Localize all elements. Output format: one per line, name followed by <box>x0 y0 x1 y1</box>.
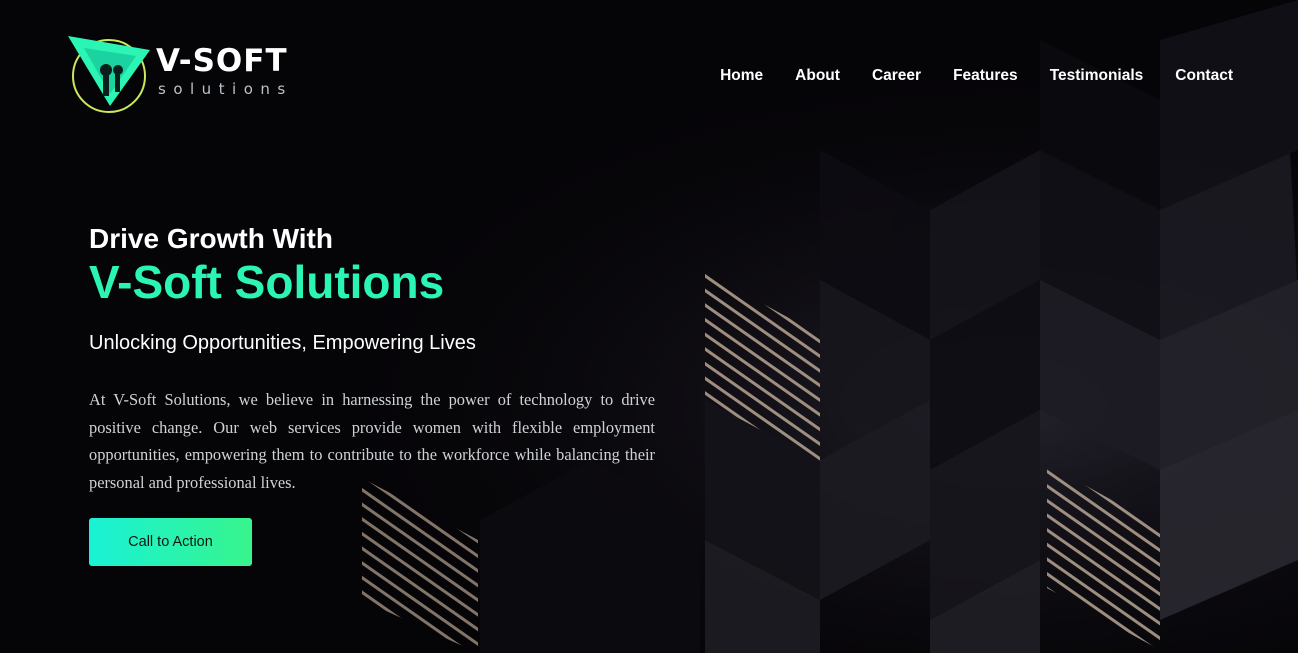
brand-name: V-SOFT <box>156 43 288 79</box>
brand-subtitle: solutions <box>158 80 293 98</box>
nav-contact[interactable]: Contact <box>1175 66 1233 86</box>
site-header: V-SOFT solutions Home About Career Featu… <box>0 0 1298 150</box>
nav-about[interactable]: About <box>795 66 840 86</box>
hero-heading-brand: V-Soft Solutions <box>89 256 445 308</box>
nav-testimonials[interactable]: Testimonials <box>1050 66 1144 86</box>
v-triangle-logo-icon <box>68 36 150 113</box>
nav-career[interactable]: Career <box>872 66 921 86</box>
brand-logo[interactable]: V-SOFT solutions <box>66 34 326 116</box>
hero-tagline: Unlocking Opportunities, Empowering Live… <box>89 332 476 354</box>
main-nav: Home About Career Features Testimonials … <box>720 66 1233 86</box>
hero-section: Drive Growth With V-Soft Solutions Unloc… <box>89 222 669 566</box>
call-to-action-button[interactable]: Call to Action <box>89 518 252 566</box>
nav-home[interactable]: Home <box>720 66 763 86</box>
nav-features[interactable]: Features <box>953 66 1018 86</box>
hero-heading-line1: Drive Growth With <box>89 223 333 254</box>
hero-description: At V-Soft Solutions, we believe in harne… <box>89 390 655 492</box>
